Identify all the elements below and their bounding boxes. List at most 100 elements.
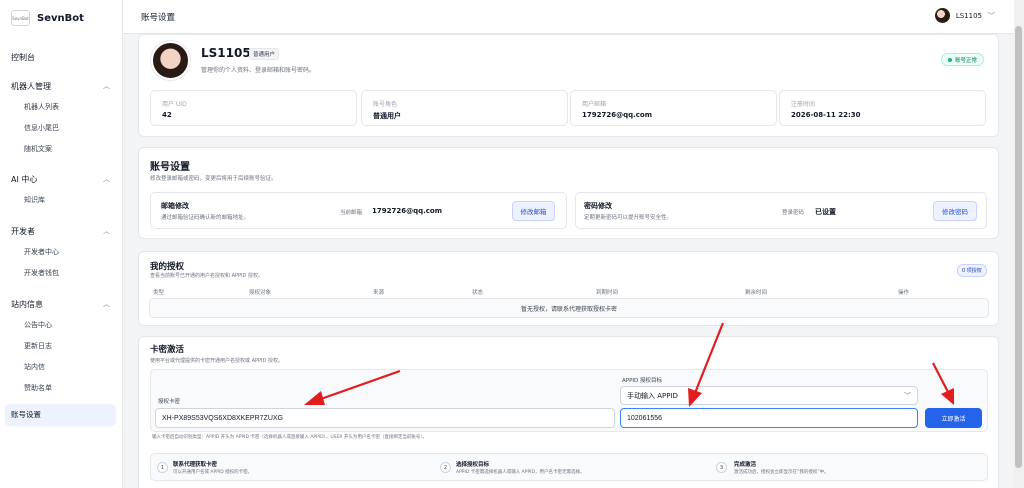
- change-email-button[interactable]: 修改邮箱: [512, 201, 555, 221]
- stat-label: 用户邮箱: [582, 101, 607, 108]
- sidebar-item-sponsors[interactable]: 赞助名单: [0, 381, 123, 395]
- current-email-value: 1792726@qq.com: [372, 207, 443, 215]
- stat-value: 普通用户: [373, 112, 401, 120]
- email-change-desc: 通过邮箱验证码确认新的邮箱地址。: [161, 215, 250, 221]
- appid-target-label: APPID 授权目标: [622, 378, 663, 384]
- authorization-empty: 暂无授权，请联系代理获取授权卡密: [149, 298, 989, 318]
- password-label: 登录密码: [782, 210, 805, 216]
- sidebar-item-dev-wallet[interactable]: 开发者钱包: [0, 266, 123, 280]
- table-header: 类型: [153, 290, 165, 296]
- profile-avatar: [151, 41, 190, 80]
- sidebar-item-robot-list[interactable]: 机器人列表: [0, 100, 123, 114]
- chevron-down-icon: ﹀: [904, 391, 911, 400]
- account-title: 账号设置: [150, 162, 190, 173]
- stat-label: 用户 UID: [162, 101, 187, 108]
- stat-email: 用户邮箱 1792726@qq.com: [570, 90, 777, 126]
- email-change-title: 邮箱修改: [161, 202, 189, 210]
- user-menu[interactable]: LS1105 ﹀: [934, 8, 995, 23]
- step-number: 1: [157, 462, 168, 473]
- authorization-count-badge: 0 项授权: [957, 264, 987, 277]
- brand-logo: SevnBot: [11, 10, 30, 26]
- chevron-up-icon: ︿: [103, 300, 110, 308]
- stat-value: 2026-08-11 22:30: [791, 111, 861, 119]
- chevron-up-icon: ︿: [103, 227, 110, 235]
- password-status: 已设置: [815, 208, 836, 216]
- step-number: 2: [440, 462, 451, 473]
- step-desc: APPID 卡密需选择机器人或输入 APPID，用户名卡密无需选择。: [456, 470, 585, 475]
- table-header: 状态: [472, 290, 484, 296]
- appid-target-select-value: 手动输入 APPID: [627, 391, 678, 400]
- sidebar-item-changelog[interactable]: 更新日志: [0, 339, 123, 353]
- topbar: 账号设置 LS1105 ﹀: [123, 0, 1014, 34]
- password-change-box: [575, 192, 987, 229]
- page-title: 账号设置: [141, 13, 176, 23]
- activation-steps: [150, 453, 988, 481]
- sidebar-item-account-settings[interactable]: 账号设置: [5, 404, 116, 426]
- sidebar-item-tail[interactable]: 信息小尾巴: [0, 121, 123, 135]
- table-header: 到期时间: [596, 290, 619, 296]
- card-key-input[interactable]: [155, 408, 615, 428]
- card-key-label: 授权卡密: [158, 399, 181, 405]
- sidebar-item-announcements[interactable]: 公告中心: [0, 318, 123, 332]
- status-text: 账号正常: [955, 57, 978, 64]
- sidebar-group-label: 机器人管理: [11, 81, 51, 91]
- stat-label: 账号角色: [373, 101, 398, 108]
- step-desc: 激活成功后，授权会立即显示在“我的授权”中。: [734, 470, 829, 475]
- avatar: [934, 8, 950, 23]
- sidebar: SevnBot SevnBot 控制台 机器人管理 ︿ 机器人列表 信息小尾巴 随…: [0, 0, 123, 488]
- scrollbar-thumb[interactable]: [1015, 26, 1022, 468]
- sidebar-item-messages[interactable]: 站内信: [0, 360, 123, 374]
- authorization-subtitle: 查看当前账号已开通的用户名授权和 APPID 授权。: [150, 273, 263, 279]
- chevron-up-icon: ︿: [103, 175, 110, 183]
- scrollbar[interactable]: [1014, 0, 1024, 488]
- sidebar-group-ai[interactable]: AI 中心 ︿: [0, 172, 123, 186]
- table-header: 剩余时间: [745, 290, 768, 296]
- table-header: 授权对象: [249, 290, 272, 296]
- status-dot-icon: [948, 57, 952, 62]
- sidebar-item-dev-center[interactable]: 开发者中心: [0, 245, 123, 259]
- appid-target-select[interactable]: 手动输入 APPID ﹀: [620, 386, 918, 405]
- table-header: 操作: [898, 290, 910, 296]
- activation-title: 卡密激活: [150, 345, 185, 355]
- stat-value: 1792726@qq.com: [582, 111, 653, 119]
- stat-label: 注册时间: [791, 101, 816, 108]
- chevron-down-icon: ﹀: [988, 11, 995, 20]
- authorization-title: 我的授权: [150, 262, 185, 272]
- sidebar-group-developer[interactable]: 开发者 ︿: [0, 224, 123, 238]
- sidebar-group-label: 站内信息: [11, 299, 43, 309]
- stat-uid: 用户 UID 42: [150, 90, 357, 126]
- sidebar-group-site-info[interactable]: 站内信息 ︿: [0, 297, 123, 311]
- step-number: 3: [716, 462, 727, 473]
- account-subtitle: 修改登录邮箱或密码，变更后将用于后续账号验证。: [150, 176, 277, 182]
- sidebar-item-random-text[interactable]: 随机文案: [0, 142, 123, 156]
- current-email-label: 当前邮箱: [340, 210, 363, 216]
- sidebar-item-dashboard[interactable]: 控制台: [0, 51, 123, 65]
- activate-button[interactable]: 立即激活: [925, 408, 982, 428]
- role-badge: 普通用户: [249, 48, 280, 60]
- header-username: LS1105: [955, 11, 982, 20]
- table-header: 来源: [373, 290, 385, 296]
- activation-hint: 输入卡密后自动识别类型：APPID 开头为 APPID 卡密（选择机器人或直接输…: [152, 435, 428, 440]
- status-badge: 账号正常: [941, 53, 985, 66]
- activation-subtitle: 使用平台或代理提供的卡密开通用户名授权或 APPID 授权。: [150, 358, 283, 364]
- stat-registered: 注册时间 2026-08-11 22:30: [779, 90, 986, 126]
- password-change-desc: 定期更新密码可以提升账号安全性。: [584, 215, 673, 221]
- step-title: 联系代理获取卡密: [173, 462, 218, 468]
- stat-value: 42: [162, 111, 172, 119]
- sidebar-item-knowledge[interactable]: 知识库: [0, 193, 123, 207]
- profile-subtitle: 管理你的个人资料、登录邮箱和账号密码。: [201, 67, 316, 74]
- sidebar-group-label: 开发者: [11, 226, 35, 236]
- stat-role: 账号角色 普通用户: [361, 90, 568, 126]
- sidebar-group-robots[interactable]: 机器人管理 ︿: [0, 79, 123, 93]
- sidebar-group-label: AI 中心: [11, 174, 38, 184]
- change-password-button[interactable]: 修改密码: [933, 201, 977, 221]
- step-desc: 可以开通用户名或 APPID 授权的卡密。: [173, 470, 253, 475]
- profile-name: LS1105: [201, 46, 251, 60]
- brand-name: SevnBot: [37, 12, 84, 24]
- appid-input[interactable]: [620, 408, 918, 428]
- brand[interactable]: SevnBot SevnBot: [0, 0, 122, 36]
- step-title: 完成激活: [734, 462, 757, 468]
- password-change-title: 密码修改: [584, 202, 612, 210]
- chevron-up-icon: ︿: [103, 82, 110, 90]
- step-title: 选择授权目标: [456, 462, 490, 468]
